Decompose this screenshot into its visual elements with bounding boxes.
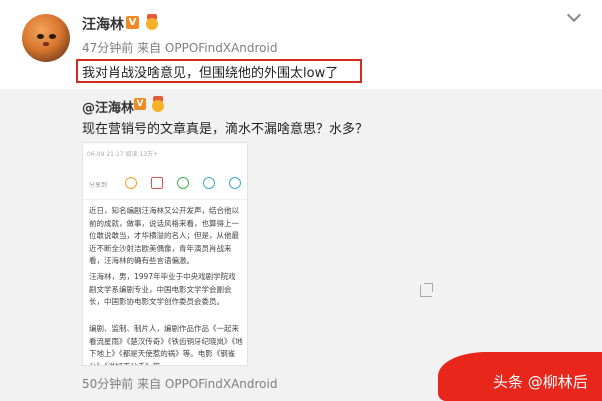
weibo-icon bbox=[125, 177, 137, 189]
divider bbox=[83, 199, 247, 200]
avatar-eye bbox=[49, 34, 56, 39]
share-label: 分享到 bbox=[89, 182, 108, 189]
article-screenshot[interactable]: 06-09 21:17 阅读 13万+ 分享到 近日，知名编剧汪海林又公开发声，… bbox=[82, 142, 248, 366]
post-text: 我对肖战没啥意见，但围绕他的外围太low了 bbox=[82, 66, 339, 81]
avatar-nose bbox=[43, 42, 49, 46]
medal-icon bbox=[150, 96, 166, 112]
verified-badge-icon: V bbox=[134, 98, 146, 110]
qzone-icon bbox=[203, 177, 215, 189]
watermark-text: 头条 @柳林后 bbox=[493, 373, 588, 391]
qq-icon bbox=[229, 177, 241, 189]
article-paragraph: 编剧、监制、制片人，编剧作品作品《一起来看流星雨》《楚汉传奇》《铁齿铜牙纪晓岚》… bbox=[89, 324, 243, 366]
verified-badge-icon: V bbox=[126, 16, 139, 29]
mail-icon bbox=[151, 177, 163, 189]
chevron-down-icon[interactable] bbox=[566, 10, 582, 22]
repost-meta: 50分钟前 来自 OPPOFindXAndroid bbox=[82, 377, 278, 391]
post-username[interactable]: 汪海林 bbox=[82, 14, 124, 34]
share-icon[interactable] bbox=[420, 283, 433, 297]
article-paragraph: 汪海林，男，1997年毕业于中央戏剧学院戏剧文学系编剧专业，中国电影文学学会副会… bbox=[89, 272, 236, 306]
avatar-eye bbox=[37, 34, 44, 39]
repost-text: 现在营销号的文章真是，滴水不漏啥意思？水多？ bbox=[82, 122, 369, 137]
post-meta: 47分钟前 来自 OPPOFindXAndroid bbox=[82, 41, 278, 55]
share-row: 分享到 bbox=[87, 177, 245, 191]
weibo-post: 汪海林 V 47分钟前 来自 OPPOFindXAndroid 我对肖战没啥意见… bbox=[0, 0, 602, 401]
avatar[interactable] bbox=[22, 14, 70, 62]
medal-icon bbox=[144, 14, 160, 30]
wechat-icon bbox=[177, 177, 189, 189]
article-paragraph: 近日，知名编剧汪海林又公开发声，结合他以前的成就，做事，说话风格来看，也算得上一… bbox=[89, 206, 239, 265]
repost-username[interactable]: @汪海林 bbox=[82, 97, 134, 116]
screenshot-header: 06-09 21:17 阅读 13万+ bbox=[87, 151, 159, 158]
